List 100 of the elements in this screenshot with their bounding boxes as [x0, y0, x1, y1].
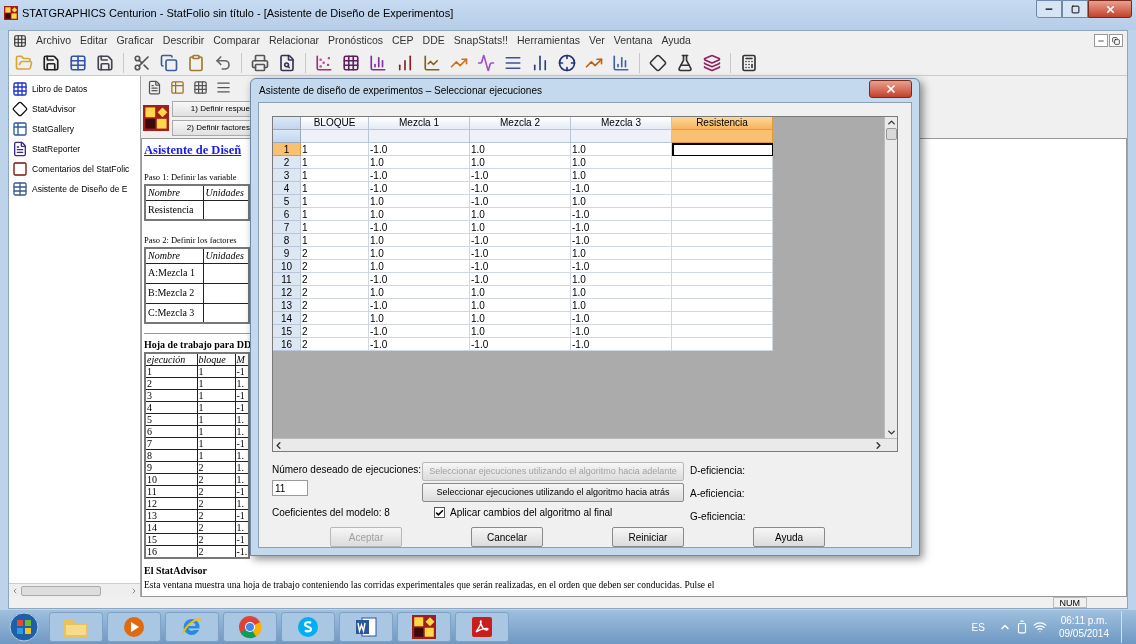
diamond-icon[interactable] [649, 53, 667, 72]
row-header[interactable]: 4 [273, 182, 301, 195]
units-header-cell[interactable] [571, 130, 672, 143]
row-header[interactable]: 12 [273, 286, 301, 299]
grid-cell[interactable]: -1.0 [369, 273, 470, 286]
grid-cell[interactable]: 2 [301, 286, 369, 299]
column-header[interactable]: Mezcla 2 [470, 117, 571, 130]
minimize-button[interactable] [1036, 0, 1062, 18]
row-header[interactable]: 2 [273, 156, 301, 169]
column-header[interactable]: BLOQUE [301, 117, 369, 130]
network-icon[interactable] [1032, 620, 1047, 634]
save-all-icon[interactable] [96, 53, 114, 72]
row-header[interactable]: 16 [273, 338, 301, 351]
grid-cell[interactable]: -1.0 [369, 143, 470, 156]
copy-icon[interactable] [160, 53, 178, 72]
grid-cell[interactable]: 1 [301, 182, 369, 195]
sidebar-item[interactable]: StatReporter [12, 139, 140, 159]
grid-cell[interactable]: 2 [301, 273, 369, 286]
minimize-button[interactable] [1094, 34, 1108, 47]
undo-icon[interactable] [214, 53, 232, 72]
scroll-up-icon[interactable] [885, 117, 897, 128]
grid-cell[interactable]: 2 [301, 325, 369, 338]
grid-cell[interactable]: 2 [301, 299, 369, 312]
grid-cell[interactable]: -1.0 [571, 312, 672, 325]
grid-cell[interactable]: 2 [301, 312, 369, 325]
apply-checkbox[interactable]: Aplicar cambios del algoritmo al final [422, 505, 690, 520]
units-header-cell[interactable] [369, 130, 470, 143]
grid-cell[interactable]: 1.0 [571, 299, 672, 312]
printer-icon[interactable] [251, 53, 269, 72]
units-header-cell[interactable] [672, 130, 773, 143]
horizontal-scrollbar[interactable] [273, 438, 897, 451]
view-icon[interactable] [147, 79, 162, 95]
row-header[interactable]: 13 [273, 299, 301, 312]
menu-item[interactable]: Herramientas [517, 32, 581, 49]
grid-cell[interactable]: 1.0 [571, 273, 672, 286]
grid-cell[interactable]: 1.0 [571, 247, 672, 260]
row-header[interactable]: 6 [273, 208, 301, 221]
grid-cell[interactable]: 1.0 [470, 299, 571, 312]
grid-cell[interactable]: 1.0 [369, 312, 470, 325]
grid-cell[interactable]: 1.0 [571, 156, 672, 169]
grid-cell[interactable]: -1.0 [571, 260, 672, 273]
dialog-button[interactable]: Reiniciar [612, 527, 684, 547]
scroll-thumb[interactable] [885, 128, 897, 140]
scissors-icon[interactable] [133, 53, 151, 72]
grid-cell[interactable]: 1 [301, 156, 369, 169]
dialog-button[interactable]: Ayuda [753, 527, 825, 547]
grid-cell[interactable]: 1.0 [369, 260, 470, 273]
grid-cell[interactable]: 1.0 [571, 286, 672, 299]
column-header[interactable]: Mezcla 1 [369, 117, 470, 130]
save-icon[interactable] [42, 53, 60, 72]
grid-cell[interactable]: 1.0 [470, 286, 571, 299]
menu-item[interactable]: Describir [162, 32, 205, 49]
grid-cell[interactable]: 1.0 [470, 156, 571, 169]
grid-cell[interactable]: -1.0 [369, 299, 470, 312]
grid-cell[interactable]: -1.0 [369, 182, 470, 195]
chart-icon[interactable] [369, 53, 387, 72]
menu-item[interactable]: Ver [589, 32, 605, 49]
grid-cell[interactable]: 2 [301, 260, 369, 273]
crosshair-icon[interactable] [558, 53, 576, 72]
column-header[interactable]: Mezcla 3 [571, 117, 672, 130]
grid-cell[interactable]: 1 [301, 143, 369, 156]
menu-item[interactable]: Graficar [116, 32, 154, 49]
document-menu-icon[interactable] [13, 33, 27, 48]
grid-cell[interactable]: 1.0 [571, 143, 672, 156]
column-header[interactable]: Resistencia [672, 117, 773, 130]
grid-cell[interactable]: 1.0 [470, 325, 571, 338]
grid-cell[interactable]: 1.0 [470, 312, 571, 325]
grid-cell[interactable]: 1 [301, 195, 369, 208]
sheet-icon[interactable] [170, 79, 185, 95]
scatter-chart-icon[interactable] [315, 53, 333, 72]
grid-cell[interactable]: 1.0 [369, 234, 470, 247]
grid-cell[interactable]: -1.0 [369, 325, 470, 338]
horizontal-scrollbar[interactable] [9, 583, 140, 597]
grid-cell[interactable]: 1 [301, 221, 369, 234]
close-button[interactable] [1088, 0, 1132, 18]
algorithm-button[interactable]: Seleccionar ejecuciones utilizando el algoritmo hacia atrás [422, 483, 684, 502]
calculator-icon[interactable] [740, 53, 758, 72]
runs-field[interactable]: 11 [272, 480, 308, 496]
grid-cell[interactable]: 1.0 [369, 247, 470, 260]
grid-cell[interactable]: -1.0 [470, 195, 571, 208]
row-header[interactable]: 1 [273, 143, 301, 156]
step-button[interactable]: 1) Definir respue [172, 100, 252, 117]
grid-cell[interactable]: 1.0 [571, 169, 672, 182]
grid-cell[interactable]: -1.0 [470, 182, 571, 195]
menu-item[interactable]: Ayuda [661, 32, 691, 49]
grid-cell[interactable]: -1.0 [571, 221, 672, 234]
grid-cell[interactable]: -1.0 [470, 247, 571, 260]
sidebar-item[interactable]: StatGallery [12, 119, 140, 139]
menu-item[interactable]: SnapStats!! [453, 32, 509, 49]
active-cell[interactable] [672, 143, 773, 156]
grid-cell[interactable]: -1.0 [470, 273, 571, 286]
dialog-button[interactable]: Cancelar [471, 527, 543, 547]
grid-cell[interactable]: 1 [301, 169, 369, 182]
menu-item[interactable]: Editar [80, 32, 108, 49]
grid-cell[interactable]: -1.0 [571, 182, 672, 195]
step-button[interactable]: 2) Definir factores [172, 119, 252, 136]
menu-item[interactable]: Pronósticos [328, 32, 383, 49]
grid-cell[interactable]: -1.0 [369, 169, 470, 182]
maximize-button[interactable] [1062, 0, 1088, 18]
row-header[interactable]: 9 [273, 247, 301, 260]
